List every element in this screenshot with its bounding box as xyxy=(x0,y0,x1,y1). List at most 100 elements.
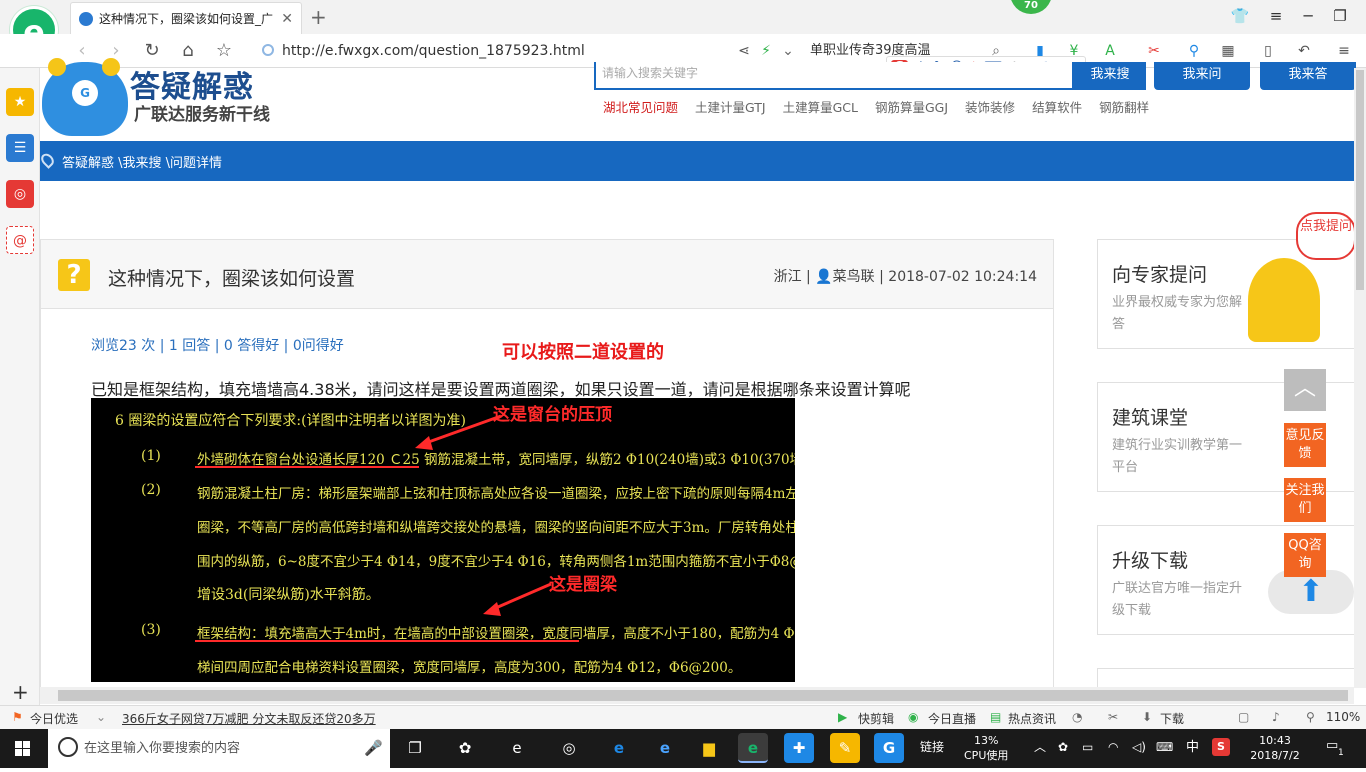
ask-bubble[interactable]: 点我提问 xyxy=(1296,212,1356,260)
list-icon[interactable]: ☰ xyxy=(6,134,34,162)
answer-button[interactable]: 我来答 xyxy=(1260,62,1356,90)
battery-icon[interactable]: ▭ xyxy=(1082,740,1093,755)
magnifier-icon[interactable]: ⚲ xyxy=(1184,40,1204,62)
ask-button[interactable]: 我来问 xyxy=(1154,62,1250,90)
horizontal-scroll-thumb[interactable] xyxy=(58,690,1348,701)
back-to-top-button[interactable]: ︿ xyxy=(1284,369,1326,411)
site-mascot-logo[interactable]: G xyxy=(42,58,128,136)
task-view-icon[interactable]: ❐ xyxy=(400,733,430,763)
feedback-button[interactable]: 意见反馈 xyxy=(1284,423,1326,467)
favorites-icon[interactable]: ★ xyxy=(6,88,34,116)
windows-logo-icon xyxy=(15,741,30,756)
back-button[interactable]: ‹ xyxy=(70,40,94,62)
notes-app-icon[interactable]: ✎ xyxy=(830,733,860,763)
maximize-button[interactable]: ❐ xyxy=(1322,4,1358,28)
qq-consult-button[interactable]: QQ咨询 xyxy=(1284,533,1326,577)
mascot-ear xyxy=(102,58,120,76)
nav-link[interactable]: 钢筋翻样 xyxy=(1099,97,1149,115)
ime-indicator[interactable]: 中 xyxy=(1186,740,1199,755)
start-button[interactable] xyxy=(0,729,46,768)
notification-count: 1 xyxy=(1338,748,1344,758)
minimize-button[interactable]: ─ xyxy=(1290,4,1326,28)
nav-link[interactable]: 钢筋算量GGJ xyxy=(875,97,948,115)
wifi-icon[interactable]: ◠ xyxy=(1108,740,1118,755)
card-title: 向专家提问 xyxy=(1112,264,1208,286)
status-today-picks[interactable]: 今日优选 xyxy=(30,710,78,727)
tray-app-icon[interactable]: ✿ xyxy=(1058,740,1068,755)
cpu-value: 13% xyxy=(973,734,999,747)
menu-icon[interactable]: ≡ xyxy=(1258,4,1294,28)
zoom-icon: ⚲ xyxy=(1306,710,1315,724)
card-subtitle: 建筑行业实训教学第一平台 xyxy=(1112,438,1243,475)
status-quick-edit[interactable]: 快剪辑 xyxy=(858,710,894,727)
vertical-scroll-thumb[interactable] xyxy=(1356,70,1364,290)
question-stats: 浏览23 次 | 1 回答 | 0 答得好 | 0问得好 xyxy=(91,338,344,354)
nav-link[interactable]: 结算软件 xyxy=(1032,97,1082,115)
360-browser-icon[interactable]: e xyxy=(738,733,768,763)
refresh-button[interactable]: ↻ xyxy=(140,40,164,62)
clock-time: 10:43 xyxy=(1259,734,1291,747)
keyboard-tray-icon[interactable]: ⌨ xyxy=(1156,740,1173,755)
nav-link[interactable]: 土建计量GTJ xyxy=(695,97,766,115)
more-icon[interactable]: ≡ xyxy=(1334,40,1354,62)
search-button[interactable]: 我来搜 xyxy=(1074,62,1146,90)
status-news[interactable]: 热点资讯 xyxy=(1008,710,1056,727)
status-download[interactable]: 下载 xyxy=(1160,710,1184,727)
browser-tab[interactable]: 这种情况下，圈梁该如何设置_广 ✕ xyxy=(70,2,302,34)
url-field[interactable]: http://e.fwxgx.com/question_1875923.html xyxy=(262,40,722,62)
download-icon: ⬇ xyxy=(1142,710,1153,724)
browser-app-icon[interactable]: ◎ xyxy=(554,733,584,763)
apps-icon[interactable]: ▦ xyxy=(1218,40,1238,62)
undo-icon[interactable]: ↶ xyxy=(1294,40,1314,62)
news-ticker[interactable]: 366斤女子网贷7万减肥 分文未取反还贷20多万 xyxy=(122,710,376,727)
question-image[interactable]: 6 圈梁的设置应符合下列要求:(详图中注明者以详图为准) (1) 外墙砌体在窗台… xyxy=(91,398,795,682)
share-icon[interactable]: ⋖ xyxy=(734,40,754,62)
nav-link[interactable]: 土建算量GCL xyxy=(783,97,858,115)
volume-icon[interactable]: ◁) xyxy=(1132,740,1146,755)
tab-close-icon[interactable]: ✕ xyxy=(281,11,293,27)
site-subtitle: 广联达服务新干线 xyxy=(134,105,270,125)
card-subtitle: 业界最权威专家为您解答 xyxy=(1112,295,1243,332)
microphone-icon[interactable]: 🎤 xyxy=(364,739,383,757)
tray-chevron-icon[interactable]: ︿ xyxy=(1034,740,1046,755)
bolt-icon[interactable]: ⚡ xyxy=(756,40,776,62)
follow-button[interactable]: 关注我们 xyxy=(1284,478,1326,522)
sogou-tray-icon[interactable]: S xyxy=(1212,738,1230,756)
skin-icon[interactable]: 👕 xyxy=(1222,4,1258,28)
edge-app-icon[interactable]: e xyxy=(604,733,634,763)
add-sidebar-button[interactable]: + xyxy=(12,680,29,704)
flame-icon: ⚑ xyxy=(12,710,23,724)
site-search-input[interactable]: 请输入搜索关键字 xyxy=(594,62,1074,90)
cpu-widget[interactable]: 13% CPU使用 xyxy=(964,733,1008,763)
scissors-icon[interactable]: ✂ xyxy=(1144,40,1164,62)
zoom-level[interactable]: 110% xyxy=(1326,710,1360,724)
home-button[interactable]: ⌂ xyxy=(176,40,200,62)
file-explorer-icon[interactable]: ▆ xyxy=(694,733,724,763)
taskbar-search-input[interactable]: 在这里输入你要搜索的内容 xyxy=(48,729,390,768)
internet-explorer-icon[interactable]: e xyxy=(650,733,680,763)
red-annotation: 可以按照二道设置的 xyxy=(502,342,664,363)
bookmark-star-button[interactable]: ☆ xyxy=(212,40,236,62)
status-live[interactable]: 今日直播 xyxy=(928,710,976,727)
plus-app-icon[interactable]: ✚ xyxy=(784,733,814,763)
email-icon[interactable]: @ xyxy=(6,226,34,254)
question-user[interactable]: 菜鸟联 xyxy=(833,269,875,285)
chevron-down-icon[interactable]: ⌄ xyxy=(778,40,798,62)
browser-statusbar: ⚑ 今日优选 ⌄ 366斤女子网贷7万减肥 分文未取反还贷20多万 ▶ 快剪辑 … xyxy=(0,705,1366,729)
mascot-ear xyxy=(48,58,66,76)
ie-app-icon[interactable]: e xyxy=(502,733,532,763)
breadcrumb[interactable]: 答疑解惑 \我来搜 \问题详情 xyxy=(62,152,222,171)
glodon-app-icon[interactable]: G xyxy=(874,733,904,763)
link-label[interactable]: 链接 xyxy=(920,740,944,755)
weibo-icon[interactable]: ◎ xyxy=(6,180,34,208)
nav-link[interactable]: 湖北常见问题 xyxy=(603,97,678,115)
translate-icon[interactable]: A xyxy=(1100,40,1120,62)
clock[interactable]: 10:43 2018/7/2 xyxy=(1240,733,1310,763)
breadcrumb-bar xyxy=(40,141,1366,181)
annotation-arrows xyxy=(195,414,579,642)
nav-link[interactable]: 装饰装修 xyxy=(965,97,1015,115)
pinwheel-icon[interactable]: ✿ xyxy=(450,733,480,763)
new-tab-button[interactable]: + xyxy=(310,5,327,29)
sidebar-toggle-icon[interactable]: ▯ xyxy=(1258,40,1278,62)
notification-center-icon[interactable]: ▭ xyxy=(1326,738,1338,753)
